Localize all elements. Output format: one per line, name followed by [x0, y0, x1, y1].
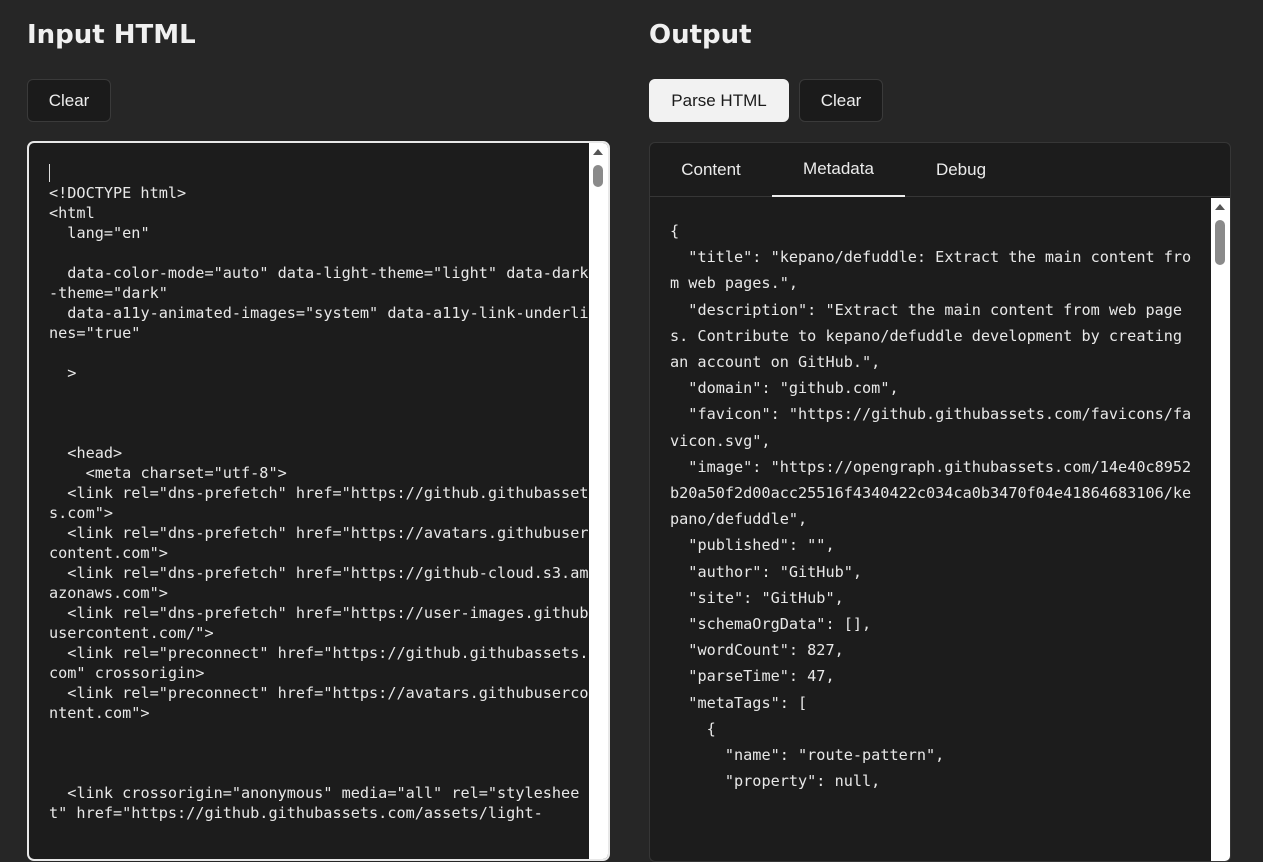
scrollbar-thumb[interactable] — [593, 165, 603, 187]
output-title: Output — [649, 20, 752, 50]
scroll-up-arrow-icon[interactable] — [1215, 204, 1225, 210]
input-clear-button[interactable]: Clear — [27, 79, 111, 122]
tab-debug[interactable]: Debug — [905, 143, 1017, 197]
output-tabs: Content Metadata Debug — [650, 143, 1230, 197]
input-title: Input HTML — [27, 20, 196, 50]
input-scrollbar[interactable] — [589, 143, 608, 859]
parse-html-button[interactable]: Parse HTML — [649, 79, 789, 122]
html-input-text[interactable]: <!DOCTYPE html> <html lang="en" data-col… — [49, 183, 597, 823]
scroll-up-arrow-icon[interactable] — [593, 149, 603, 155]
output-panel: Content Metadata Debug { "title": "kepan… — [649, 142, 1231, 862]
tab-content[interactable]: Content — [650, 143, 772, 197]
text-caret — [49, 164, 50, 182]
output-scrollbar[interactable] — [1211, 198, 1230, 861]
html-input-editor[interactable]: <!DOCTYPE html> <html lang="en" data-col… — [27, 141, 610, 861]
tab-metadata[interactable]: Metadata — [772, 143, 905, 197]
metadata-json: { "title": "kepano/defuddle: Extract the… — [670, 222, 1192, 791]
output-clear-button[interactable]: Clear — [799, 79, 883, 122]
scrollbar-thumb[interactable] — [1215, 220, 1225, 265]
